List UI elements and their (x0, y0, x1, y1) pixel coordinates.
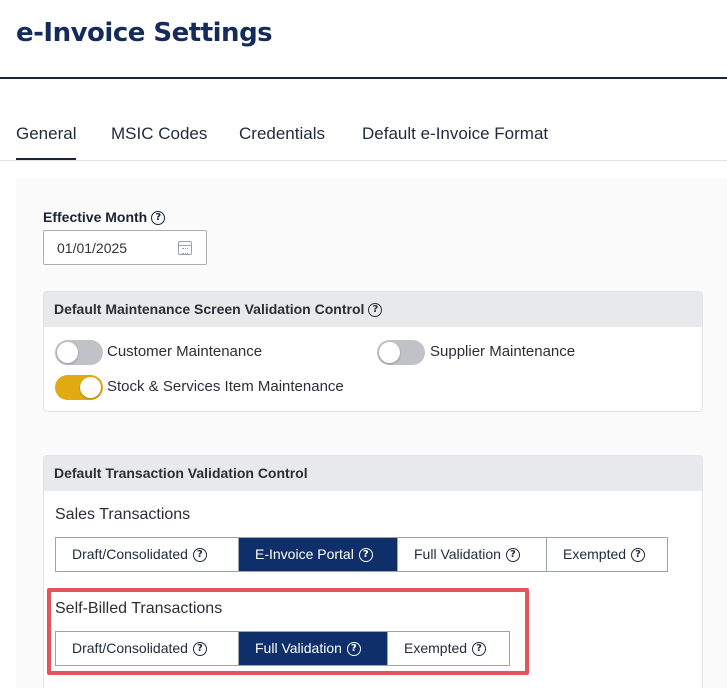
page-title: e-Invoice Settings (16, 18, 273, 48)
stock-services-maintenance-label: Stock & Services Item Maintenance (107, 378, 344, 395)
page-header: e-Invoice Settings (0, 0, 727, 79)
supplier-maintenance-label: Supplier Maintenance (430, 343, 576, 360)
tab-default-einvoice-format[interactable]: Default e-Invoice Format (362, 124, 548, 158)
customer-maintenance-toggle[interactable] (55, 340, 103, 365)
tab-general[interactable]: General (16, 124, 77, 160)
highlight-box (47, 588, 529, 675)
effective-month-input[interactable]: 01/01/2025 (43, 230, 207, 265)
sales-option-exempted[interactable]: Exempted? (547, 538, 667, 571)
help-icon[interactable]: ? (192, 548, 207, 563)
transaction-panel-header: Default Transaction Validation Control (44, 456, 702, 491)
effective-month-value: 01/01/2025 (57, 240, 128, 256)
option-label: E-Invoice Portal (255, 546, 354, 562)
customer-maintenance-label: Customer Maintenance (107, 343, 263, 360)
sales-transactions-title: Sales Transactions (55, 506, 191, 523)
sales-option-full-validation[interactable]: Full Validation? (398, 538, 547, 571)
sales-option-draft-consolidated[interactable]: Draft/Consolidated? (56, 538, 239, 571)
maintenance-panel-title: Default Maintenance Screen Validation Co… (54, 301, 365, 317)
option-label: Exempted (563, 546, 627, 562)
toggle-knob (80, 377, 101, 398)
tab-msic-codes[interactable]: MSIC Codes (111, 124, 207, 158)
help-icon[interactable]: ? (505, 548, 520, 563)
help-icon[interactable]: ? (631, 548, 646, 563)
stock-services-maintenance-toggle[interactable] (55, 375, 103, 400)
option-label: Full Validation (414, 546, 501, 562)
sales-option-einvoice-portal[interactable]: E-Invoice Portal? (239, 538, 398, 571)
option-label: Draft/Consolidated (72, 546, 188, 562)
calendar-icon[interactable] (178, 241, 192, 255)
help-icon[interactable]: ? (358, 548, 373, 563)
sales-validation-selector: Draft/Consolidated? E-Invoice Portal? Fu… (55, 537, 668, 572)
transaction-panel-title: Default Transaction Validation Control (54, 465, 308, 481)
toggle-knob (379, 342, 400, 363)
help-icon[interactable]: ? (368, 303, 383, 318)
toggle-knob (57, 342, 78, 363)
help-icon[interactable]: ? (151, 211, 166, 226)
tab-credentials[interactable]: Credentials (239, 124, 325, 158)
maintenance-panel-header: Default Maintenance Screen Validation Co… (44, 292, 702, 327)
tab-bar: General MSIC Codes Credentials Default e… (0, 118, 727, 161)
supplier-maintenance-toggle[interactable] (377, 340, 425, 365)
effective-month-label-text: Effective Month (43, 209, 148, 225)
effective-month-label: Effective Month? (43, 209, 166, 226)
